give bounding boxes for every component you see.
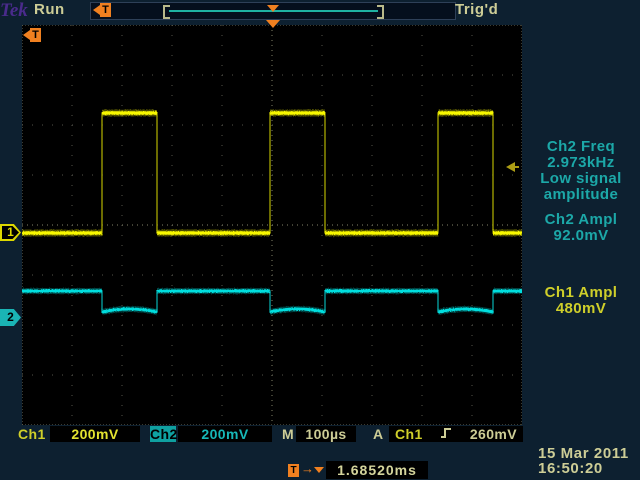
down-triangle-icon bbox=[314, 467, 324, 473]
trigger-readout: Ch1 260mV bbox=[389, 426, 523, 442]
rising-edge-icon bbox=[440, 426, 452, 443]
ch1-marker-label: 1 bbox=[7, 225, 14, 239]
ch2-selected-tag: Ch2 bbox=[150, 426, 176, 442]
measurement-ch1-ampl: Ch1 Ampl 480mV bbox=[524, 285, 638, 317]
measurement-label: Ch1 Ampl bbox=[524, 285, 638, 301]
measurement-warning: amplitude bbox=[524, 187, 638, 203]
trigger-flag-icon: T bbox=[23, 28, 41, 42]
left-arrow-icon bbox=[93, 5, 100, 15]
time-label: 16:50:20 bbox=[538, 460, 603, 477]
record-view-bar: T bbox=[90, 2, 456, 20]
measurement-ch2-freq: Ch2 Freq 2.973kHz Low signal amplitude bbox=[524, 139, 638, 203]
trigger-t-icon: T bbox=[30, 28, 41, 42]
timebase-label: M bbox=[282, 426, 294, 442]
trigger-delay-value: 1.68520ms bbox=[326, 461, 428, 479]
measurement-value: 480mV bbox=[524, 301, 638, 317]
left-arrow-icon bbox=[506, 162, 515, 172]
measurement-value: 2.973kHz bbox=[524, 155, 638, 171]
record-trigger-position-icon bbox=[267, 5, 279, 12]
record-window-bracket-left-icon bbox=[163, 5, 170, 19]
trigger-level-value: 260mV bbox=[470, 426, 517, 442]
trigger-mode-label: A bbox=[373, 426, 384, 442]
trigger-source: Ch1 bbox=[395, 426, 423, 442]
measurement-label: Ch2 Freq bbox=[524, 139, 638, 155]
right-arrow-icon: → bbox=[301, 461, 314, 476]
ch2-marker-label: 2 bbox=[7, 310, 14, 324]
record-trigger-flag-icon: T bbox=[93, 3, 111, 17]
oscilloscope-screen: Tek Run T Trig'd T 1 2 Ch2 Freq 2.973kHz… bbox=[0, 0, 640, 480]
trigger-position-icon bbox=[266, 20, 280, 28]
timebase-readout: 100µs bbox=[296, 426, 356, 442]
trigger-status: Trig'd bbox=[455, 1, 498, 18]
measurement-value: 92.0mV bbox=[524, 228, 638, 244]
ch2-scale-readout: 200mV bbox=[178, 426, 272, 442]
acquisition-status: Run bbox=[34, 1, 65, 18]
ch1-scale-readout: 200mV bbox=[50, 426, 140, 442]
ch1-ground-marker: 1 bbox=[0, 224, 21, 241]
measurement-ch2-ampl: Ch2 Ampl 92.0mV bbox=[524, 212, 638, 244]
record-window-bracket-right-icon bbox=[377, 5, 384, 19]
ch2-ground-marker: 2 bbox=[0, 309, 21, 326]
trigger-t-icon: T bbox=[100, 3, 111, 17]
measurement-label: Ch2 Ampl bbox=[524, 212, 638, 228]
left-arrow-icon bbox=[23, 30, 30, 40]
measurement-warning: Low signal bbox=[524, 171, 638, 187]
waveform-display bbox=[22, 25, 522, 425]
trigger-level-icon bbox=[506, 162, 519, 172]
trigger-delay-t-icon: T bbox=[288, 464, 299, 477]
tek-logo: Tek bbox=[0, 0, 28, 22]
ch1-label: Ch1 bbox=[18, 426, 46, 442]
arrow-tail bbox=[515, 166, 519, 168]
